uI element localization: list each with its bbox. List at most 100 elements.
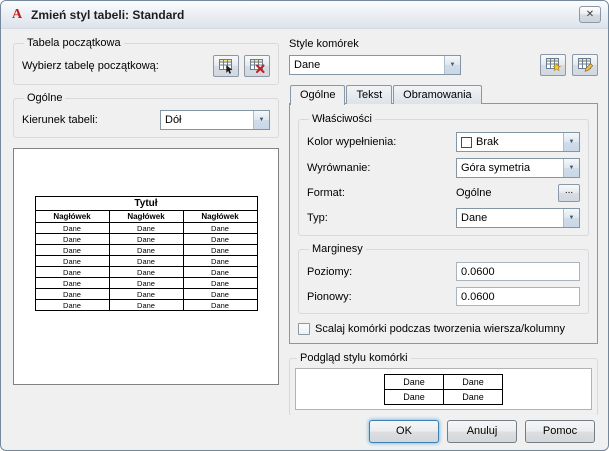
table-direction-label: Kierunek tabeli:: [22, 114, 98, 126]
window-title: Zmień styl tabeli: Standard: [31, 7, 185, 22]
left-column: Tabela początkowa Wybierz tabelę początk…: [13, 37, 279, 415]
preview-header-cell: Nagłówek: [182, 210, 258, 223]
preview-data-cell: Dane: [34, 299, 110, 311]
table-edit-icon: [577, 58, 593, 72]
merge-cells-checkbox[interactable]: [298, 323, 310, 335]
preview-header-cell: Nagłówek: [34, 210, 110, 223]
close-button[interactable]: ✕: [579, 6, 601, 23]
preview-data-cell: Dane: [34, 266, 110, 278]
preview-data-cell: Dane: [108, 299, 184, 311]
cell-preview-cell: Dane: [443, 388, 503, 405]
alignment-label: Wyrównanie:: [307, 162, 371, 174]
help-button[interactable]: Pomoc: [525, 419, 595, 443]
properties-group-title: Właściwości: [312, 113, 372, 125]
merge-cells-row: Scalaj komórki podczas tworzenia wiersza…: [298, 323, 589, 335]
cell-style-select[interactable]: Dane ▼: [289, 55, 461, 75]
preview-data-cell: Dane: [182, 288, 258, 300]
cell-style-preview-group: Podgląd stylu komórki Dane Dane Dane Dane: [289, 352, 598, 415]
preview-data-cell: Dane: [108, 288, 184, 300]
horizontal-margin-label: Poziomy:: [307, 265, 353, 278]
general-group: Ogólne Kierunek tabeli: Dół ▼: [13, 92, 279, 138]
close-icon: ✕: [585, 8, 595, 20]
fill-color-label: Kolor wypełnienia:: [307, 136, 397, 148]
general-group-title: Ogólne: [27, 92, 63, 104]
preview-data-cell: Dane: [34, 244, 110, 256]
cell-style-value: Dane: [294, 59, 321, 71]
horizontal-margin-input[interactable]: [456, 262, 580, 281]
autocad-logo-icon: A: [11, 6, 23, 22]
format-value: Ogólne: [456, 187, 492, 199]
alignment-value: Góra symetria: [461, 162, 531, 174]
type-label: Typ:: [307, 212, 328, 224]
dialog-footer: OK Anuluj Pomoc: [1, 412, 608, 450]
preview-data-cell: Dane: [34, 255, 110, 267]
cell-preview-cell: Dane: [443, 373, 503, 390]
preview-data-cell: Dane: [108, 233, 184, 245]
preview-data-cell: Dane: [108, 266, 184, 278]
general-tab-panel: Właściwości Kolor wypełnienia: Brak ▼ Wy…: [289, 103, 598, 344]
chevron-down-icon: ▼: [563, 159, 579, 177]
fill-color-value: Brak: [476, 136, 499, 148]
modify-table-style-dialog: A Zmień styl tabeli: Standard ✕ Tabela p…: [0, 0, 609, 451]
preview-data-cell: Dane: [108, 222, 184, 234]
create-cell-style-button[interactable]: [540, 54, 566, 76]
right-column: Style komórek Dane ▼ Ogólne Tekst Obramo…: [289, 37, 598, 415]
starting-table-preview: Tytuł Nagłówek Nagłówek Nagłówek Dane Dane Dan…: [34, 196, 258, 311]
preview-data-cell: Dane: [108, 255, 184, 267]
chevron-down-icon: ▼: [253, 111, 269, 129]
tab-general[interactable]: Ogólne: [290, 85, 346, 105]
remove-starting-table-button[interactable]: [244, 55, 270, 77]
properties-group: Właściwości Kolor wypełnienia: Brak ▼ Wy…: [298, 113, 589, 236]
vertical-margin-input[interactable]: [456, 287, 580, 306]
select-starting-table-button[interactable]: [213, 55, 239, 77]
tab-borders[interactable]: Obramowania: [393, 85, 482, 104]
tab-bar: Ogólne Tekst Obramowania: [289, 85, 598, 105]
type-value: Dane: [461, 212, 488, 224]
margins-group-title: Marginesy: [312, 243, 363, 255]
format-ellipsis-button[interactable]: ...: [558, 184, 580, 202]
format-label: Format:: [307, 187, 345, 199]
margins-group: Marginesy Poziomy: Pionowy:: [298, 243, 589, 314]
preview-title-cell: Tytuł: [34, 196, 258, 211]
cell-styles-label: Style komórek: [289, 38, 359, 50]
cell-preview-cell: Dane: [384, 373, 444, 390]
table-preview: Tytuł Nagłówek Nagłówek Nagłówek Dane Dane Dan…: [13, 148, 279, 385]
titlebar: A Zmień styl tabeli: Standard ✕: [1, 1, 608, 29]
table-new-style-icon: [545, 58, 561, 72]
fill-color-select[interactable]: Brak ▼: [456, 132, 580, 152]
alignment-select[interactable]: Góra symetria ▼: [456, 158, 580, 178]
preview-data-cell: Dane: [34, 222, 110, 234]
chevron-down-icon: ▼: [444, 56, 460, 74]
cell-styles-row: Dane ▼: [289, 54, 598, 76]
dialog-body: Tabela początkowa Wybierz tabelę początk…: [1, 29, 608, 415]
preview-data-cell: Dane: [182, 233, 258, 245]
preview-data-cell: Dane: [182, 244, 258, 256]
preview-data-cell: Dane: [108, 277, 184, 289]
cell-style-preview-table: Dane Dane Dane Dane: [384, 373, 503, 405]
cell-style-preview: Dane Dane Dane Dane: [295, 368, 592, 410]
starting-table-group: Tabela początkowa Wybierz tabelę początk…: [13, 37, 279, 85]
cell-style-preview-title: Podgląd stylu komórki: [300, 352, 408, 364]
choose-starting-table-label: Wybierz tabelę początkową:: [22, 60, 159, 72]
manage-cell-styles-button[interactable]: [572, 54, 598, 76]
table-direction-value: Dół: [165, 114, 182, 126]
ok-button[interactable]: OK: [369, 419, 439, 443]
preview-data-cell: Dane: [182, 266, 258, 278]
table-direction-select[interactable]: Dół ▼: [160, 110, 270, 130]
cancel-button[interactable]: Anuluj: [447, 419, 517, 443]
type-select[interactable]: Dane ▼: [456, 208, 580, 228]
preview-data-cell: Dane: [34, 288, 110, 300]
cell-preview-cell: Dane: [384, 388, 444, 405]
preview-data-cell: Dane: [34, 277, 110, 289]
chevron-down-icon: ▼: [563, 133, 579, 151]
preview-header-cell: Nagłówek: [108, 210, 184, 223]
preview-data-cell: Dane: [34, 233, 110, 245]
preview-data-cell: Dane: [182, 299, 258, 311]
chevron-down-icon: ▼: [563, 209, 579, 227]
preview-data-cell: Dane: [182, 277, 258, 289]
format-row: Ogólne ...: [456, 184, 580, 202]
tab-text[interactable]: Tekst: [346, 85, 393, 104]
table-select-icon: [218, 59, 232, 74]
vertical-margin-label: Pionowy:: [307, 290, 352, 303]
preview-data-cell: Dane: [108, 244, 184, 256]
